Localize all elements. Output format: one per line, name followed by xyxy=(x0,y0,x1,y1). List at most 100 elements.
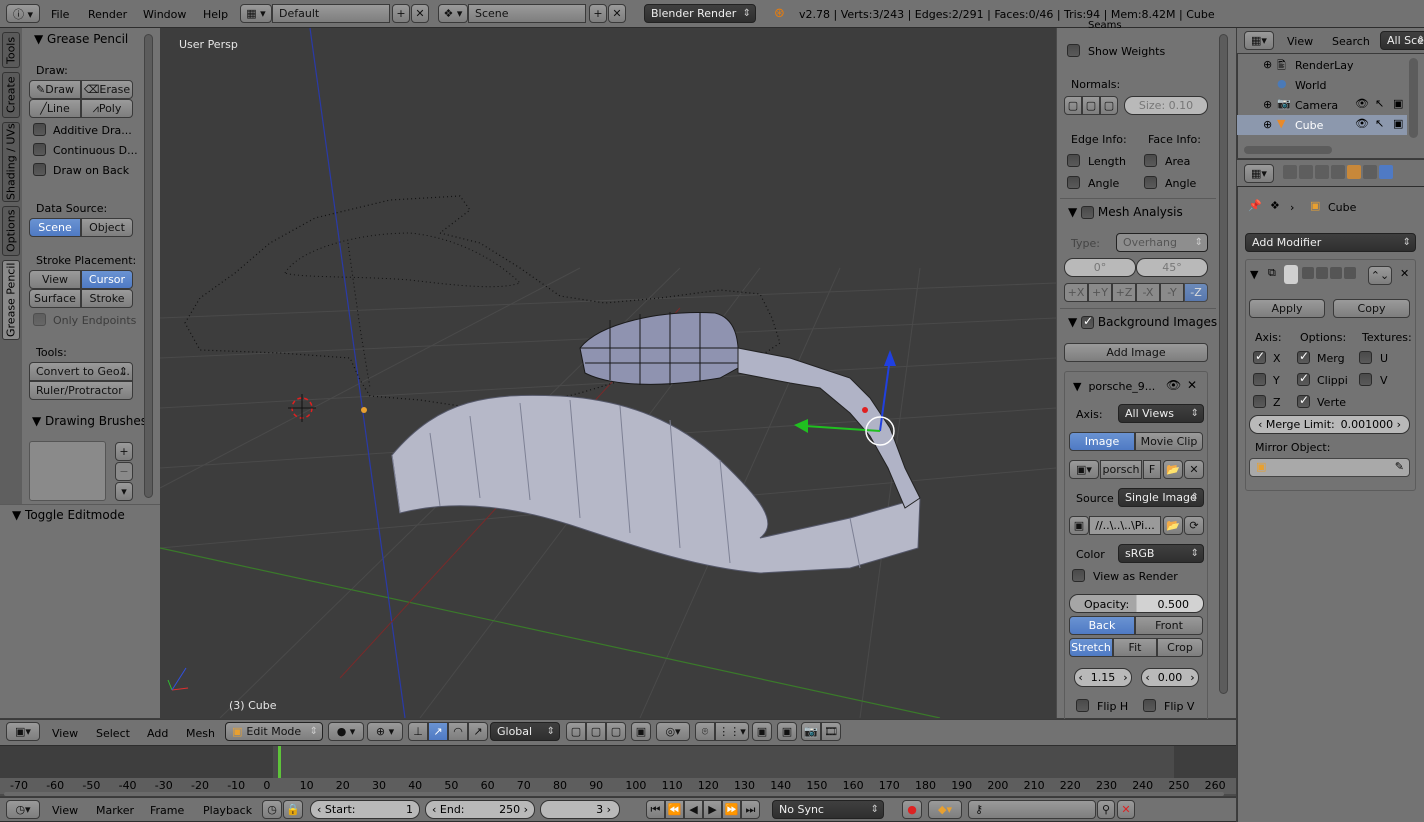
tl-menu-marker[interactable]: Marker xyxy=(96,804,134,817)
outliner-search-menu[interactable]: Search xyxy=(1332,35,1370,48)
properties-editor-icon[interactable]: ▦▾ xyxy=(1244,164,1274,183)
pack-icon[interactable]: ▣ xyxy=(1069,516,1089,535)
world-tab-icon[interactable] xyxy=(1331,165,1345,179)
object-tab-icon[interactable] xyxy=(1347,165,1361,179)
bg-image-name[interactable]: ▼ porsche_9... xyxy=(1073,380,1155,393)
render-engine-select[interactable]: Blender Render xyxy=(644,4,756,23)
convert-button[interactable]: Convert to Geo... ⇕ xyxy=(29,362,133,381)
image-name-field[interactable]: porsch xyxy=(1100,460,1142,479)
modifier-wrench-icon[interactable] xyxy=(1379,165,1393,179)
brush-menu-icon[interactable]: ▾ xyxy=(115,482,133,501)
cube-render-icon[interactable]: ▣ xyxy=(1393,117,1403,130)
stroke-placement-button[interactable]: Stroke xyxy=(81,289,133,308)
source-select[interactable]: Single Image xyxy=(1118,488,1204,507)
modifier-display-icons[interactable] xyxy=(1302,267,1356,279)
info-editor-type-button[interactable]: ⓘ ▾ xyxy=(6,4,40,23)
additive-checkbox[interactable] xyxy=(33,123,46,136)
bg-images-title[interactable]: ▼ Background Images xyxy=(1068,314,1217,329)
draw-button[interactable]: ✎ Draw xyxy=(29,80,81,99)
draw-back-checkbox[interactable] xyxy=(33,163,46,176)
browse-path-icon[interactable]: 📂 xyxy=(1163,516,1183,535)
toggle-editmode-title[interactable]: ▼ Toggle Editmode xyxy=(12,508,125,522)
back-button[interactable]: Back xyxy=(1069,616,1135,635)
orientation-select[interactable]: Global xyxy=(490,722,560,741)
camera-render-icon[interactable]: ▣ xyxy=(1393,97,1403,110)
scale-manipulator-icon[interactable]: ↗ xyxy=(468,722,488,741)
image-browse-icon[interactable]: ▣▾ xyxy=(1069,460,1099,479)
tl-menu-frame[interactable]: Frame xyxy=(150,804,184,817)
menu-render[interactable]: Render xyxy=(88,8,127,21)
outliner-row-cube[interactable]: ⊕ ▼ Cube 👁 ↖ ▣ xyxy=(1237,115,1407,135)
snap-element-select[interactable]: ⋮⋮▾ xyxy=(715,722,749,741)
pin-icon[interactable]: 📌 xyxy=(1248,199,1262,212)
occlude-geometry-icon[interactable]: ▣ xyxy=(631,722,651,741)
snap-target-icon[interactable]: ▣ xyxy=(752,722,772,741)
merge-limit-field[interactable]: ‹ Merge Limit: 0.001000 › xyxy=(1249,415,1410,434)
play-icon[interactable]: ▶ xyxy=(703,800,722,819)
normals-size-field[interactable]: Size: 0.10 xyxy=(1124,96,1208,115)
remove-layout-icon[interactable]: ✕ xyxy=(411,4,429,23)
tl-menu-playback[interactable]: Playback xyxy=(203,804,252,817)
axis-plus-x-button[interactable]: +X xyxy=(1064,283,1088,302)
opengl-anim-icon[interactable]: 🎞 xyxy=(821,722,841,741)
modifier-collapse-icon[interactable]: ▼ xyxy=(1250,268,1258,281)
jump-end-icon[interactable]: ⏭ xyxy=(741,800,760,819)
copy-button[interactable]: Copy xyxy=(1333,299,1410,318)
front-button[interactable]: Front xyxy=(1135,616,1203,635)
shading-select[interactable]: ● ▾ xyxy=(328,722,364,741)
axis-x-checkbox[interactable] xyxy=(1253,349,1266,364)
n-panel-scrollbar[interactable] xyxy=(1219,34,1228,694)
tab-create[interactable]: Create xyxy=(2,72,20,118)
add-image-button[interactable]: Add Image xyxy=(1064,343,1208,362)
poly-button[interactable]: ⩘ Poly xyxy=(81,99,133,118)
brushes-list[interactable] xyxy=(29,441,106,501)
play-reverse-icon[interactable]: ◀ xyxy=(684,800,703,819)
cube-visibility-icon[interactable]: 👁 xyxy=(1355,117,1369,130)
menu-file[interactable]: File xyxy=(51,8,69,21)
current-frame-field[interactable]: 3 › xyxy=(540,800,620,819)
add-modifier-select[interactable]: Add Modifier xyxy=(1245,233,1416,252)
scene-source-button[interactable]: Scene xyxy=(29,218,81,237)
modifier-name-field[interactable] xyxy=(1284,265,1298,284)
keying-icon[interactable]: ◷ xyxy=(262,800,282,819)
scene-field[interactable]: Scene xyxy=(468,4,586,23)
shelf-scrollbar[interactable] xyxy=(144,34,153,498)
opacity-slider[interactable]: Opacity: 0.500 xyxy=(1069,594,1204,613)
fake-user-button[interactable]: F xyxy=(1143,460,1161,479)
stretch-button[interactable]: Stretch xyxy=(1069,638,1113,657)
active-keying-set-icon[interactable]: ⚷ xyxy=(968,800,1096,819)
mirror-object-field[interactable]: ▣ ✎ xyxy=(1249,458,1410,477)
fit-button[interactable]: Fit xyxy=(1113,638,1157,657)
cursor-placement-button[interactable]: Cursor xyxy=(81,270,133,289)
image-tab[interactable]: Image xyxy=(1069,432,1135,451)
manipulator-toggle-icon[interactable]: ⊥ xyxy=(408,722,428,741)
record-icon[interactable]: ● xyxy=(902,800,922,819)
crop-button[interactable]: Crop xyxy=(1157,638,1203,657)
axis-plus-y-button[interactable]: +Y xyxy=(1088,283,1112,302)
tab-options[interactable]: Options xyxy=(2,206,20,256)
layout-icon-button[interactable]: ▦ ▾ xyxy=(240,4,272,23)
layout-field[interactable]: Default xyxy=(272,4,390,23)
end-frame-field[interactable]: ‹ End: 250 › xyxy=(425,800,535,819)
edge-select-icon[interactable]: ▢ xyxy=(586,722,606,741)
timeline-editor-icon[interactable]: ◷▾ xyxy=(6,800,40,819)
grease-pencil-title[interactable]: ▼ Grease Pencil xyxy=(34,32,128,46)
outliner-row-camera[interactable]: ⊕ 📷 Camera 👁 ↖ ▣ xyxy=(1237,95,1407,115)
v3d-editor-icon[interactable]: ▣▾ xyxy=(6,722,40,741)
face-angle-checkbox[interactable] xyxy=(1144,176,1157,189)
menu-help[interactable]: Help xyxy=(203,8,228,21)
pivot-select[interactable]: ⊕ ▾ xyxy=(367,722,403,741)
axis-minus-y-button[interactable]: -Y xyxy=(1160,283,1184,302)
outliner-hscrollbar[interactable] xyxy=(1244,146,1332,154)
tab-tools[interactable]: Tools xyxy=(2,32,20,68)
vertex-groups-checkbox[interactable] xyxy=(1297,393,1310,408)
axis-minus-x-button[interactable]: -X xyxy=(1136,283,1160,302)
axis-z-checkbox[interactable] xyxy=(1253,395,1266,408)
face-select-icon[interactable]: ▢ xyxy=(606,722,626,741)
prev-keyframe-icon[interactable]: ⏪ xyxy=(665,800,684,819)
ruler-button[interactable]: Ruler/Protractor xyxy=(29,381,133,400)
properties-tabs[interactable] xyxy=(1283,165,1393,179)
apply-button[interactable]: Apply xyxy=(1249,299,1325,318)
axis-minus-z-button[interactable]: -Z xyxy=(1184,283,1208,302)
remove-brush-icon[interactable]: − xyxy=(115,462,133,481)
